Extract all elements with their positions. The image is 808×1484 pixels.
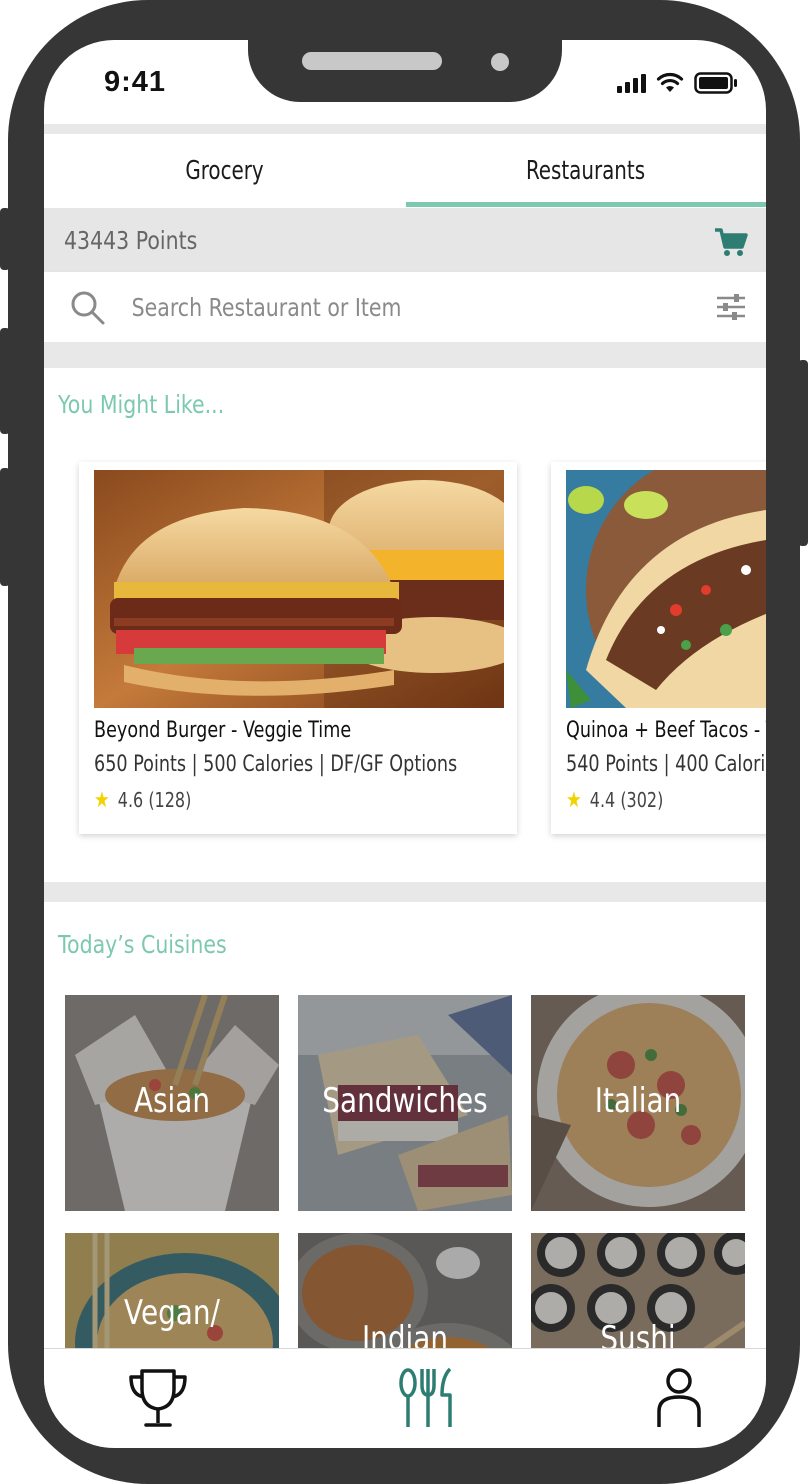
active-tab-indicator <box>406 202 766 207</box>
card-meta: 650 Points | 500 Calories | DF/GF Option… <box>94 752 458 777</box>
filter-icon[interactable] <box>716 294 746 320</box>
trophy-icon[interactable] <box>128 1367 188 1429</box>
restaurant-card[interactable]: Quinoa + Beef Tacos - Ta 540 Points | 40… <box>551 462 766 834</box>
status-time: 9:41 <box>104 66 167 98</box>
tab-bar: Grocery Restaurants <box>44 134 766 208</box>
cuisine-label: Asian <box>133 1081 211 1121</box>
card-title: Quinoa + Beef Tacos - Ta <box>566 718 766 743</box>
notch <box>248 0 562 102</box>
section-divider <box>44 882 766 902</box>
camera <box>491 53 509 71</box>
card-image-tacos <box>566 470 766 708</box>
battery-icon <box>694 72 737 94</box>
star-icon: ★ <box>94 788 110 813</box>
section-title-you-might-like: You Might Like... <box>58 390 225 419</box>
cuisine-label: Sandwiches <box>322 1081 488 1121</box>
card-rating: ★ 4.4 (302) <box>566 788 663 813</box>
header-divider <box>44 124 766 134</box>
cuisine-label: Italian <box>594 1081 682 1121</box>
card-rating: ★ 4.6 (128) <box>94 788 191 813</box>
star-icon: ★ <box>566 788 582 813</box>
search-bar <box>44 272 766 342</box>
volume-up-button <box>0 328 10 434</box>
wifi-icon <box>656 72 684 92</box>
cuisine-tile-italian[interactable]: Italian <box>531 995 745 1211</box>
user-icon[interactable] <box>654 1367 704 1429</box>
power-button <box>798 360 808 546</box>
card-title: Beyond Burger - Veggie Time <box>94 718 352 743</box>
points-balance: 43443 Points <box>64 226 198 255</box>
status-icons <box>617 72 738 94</box>
points-bar: 43443 Points <box>44 208 766 272</box>
search-icon <box>71 291 105 325</box>
speaker <box>302 52 442 70</box>
card-image-burger <box>94 470 504 708</box>
bottom-nav <box>44 1348 766 1448</box>
tab-grocery[interactable]: Grocery <box>71 134 378 208</box>
cuisine-tile-asian[interactable]: Asian <box>65 995 279 1211</box>
mute-switch <box>0 208 10 270</box>
utensils-icon[interactable] <box>398 1367 458 1429</box>
tab-restaurants[interactable]: Restaurants <box>432 134 739 208</box>
volume-down-button <box>0 468 10 586</box>
cart-icon[interactable] <box>714 228 748 258</box>
cuisine-label: Vegan/ <box>124 1293 220 1333</box>
card-meta: 540 Points | 400 Calories <box>566 752 766 777</box>
screen: 9:41 Grocery Restaurants 43443 Points Se… <box>44 40 766 1448</box>
rating-value: 4.4 (302) <box>589 788 664 812</box>
rating-value: 4.6 (128) <box>117 788 192 812</box>
section-title-todays-cuisines: Today’s Cuisines <box>58 930 227 959</box>
search-input[interactable] <box>130 286 593 328</box>
signal-icon <box>617 73 646 93</box>
restaurant-card[interactable]: Beyond Burger - Veggie Time 650 Points |… <box>79 462 517 834</box>
section-divider <box>44 342 766 368</box>
cuisine-tile-sandwiches[interactable]: Sandwiches <box>298 995 512 1211</box>
